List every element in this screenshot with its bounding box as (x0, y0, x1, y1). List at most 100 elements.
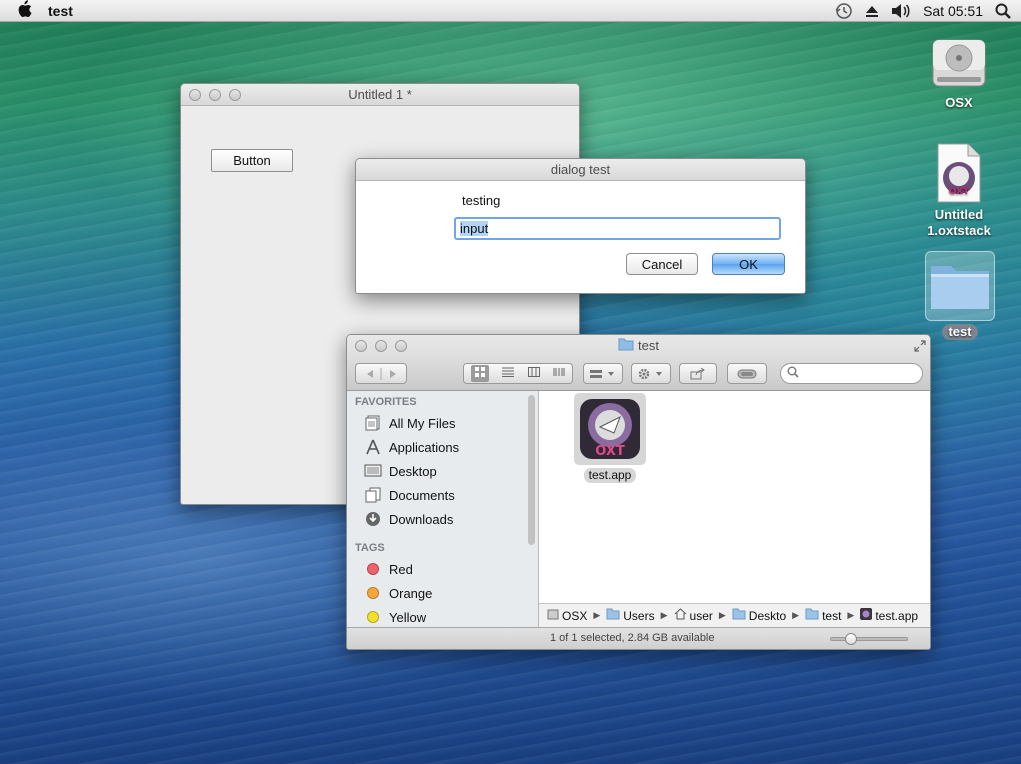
time-machine-icon[interactable] (835, 2, 853, 20)
sidebar-tag-red[interactable]: Red (347, 557, 538, 581)
documents-icon (363, 487, 383, 503)
path-bar: OSX ▶ Users ▶ user ▶ Deskto ▶ test ▶ test.app (539, 603, 930, 627)
sidebar-scrollbar[interactable] (528, 395, 535, 545)
arrange-button[interactable] (583, 363, 623, 384)
folder-selection-highlight (925, 251, 995, 321)
back-forward-buttons[interactable] (355, 363, 407, 384)
path-drive-icon (547, 608, 559, 623)
sidebar-item-all-my-files[interactable]: All My Files (347, 411, 538, 435)
list-view-icon[interactable] (502, 367, 515, 380)
view-mode-buttons[interactable] (463, 363, 573, 384)
dialog-input-value: input (460, 221, 489, 236)
fullscreen-icon[interactable] (914, 337, 926, 359)
minimize-window-icon[interactable] (375, 340, 387, 352)
sidebar-item-label: Applications (389, 439, 460, 455)
finder-toolbar (347, 357, 930, 391)
stack-window-titlebar[interactable]: Untitled 1 * (181, 84, 579, 106)
sidebar-item-label: Red (389, 561, 413, 577)
downloads-icon (363, 511, 383, 527)
path-folder-icon (805, 608, 819, 623)
sidebar-item-downloads[interactable]: Downloads (347, 507, 538, 531)
tags-button[interactable] (727, 363, 767, 384)
path-segment[interactable]: Deskto (749, 609, 786, 623)
app-menu[interactable]: test (48, 3, 73, 19)
path-app-icon (860, 608, 873, 623)
path-users-icon (606, 608, 620, 623)
title-folder-icon (618, 336, 634, 358)
svg-text:OXT: OXT (949, 187, 970, 197)
minimize-window-icon[interactable] (209, 89, 221, 101)
sidebar-item-label: Orange (389, 585, 433, 601)
close-window-icon[interactable] (355, 340, 367, 352)
finder-window: test FAVORITES All My Files Applications… (346, 334, 931, 650)
finder-sidebar: FAVORITES All My Files Applications Desk… (347, 391, 539, 627)
applications-icon (363, 439, 383, 455)
dialog-prompt: testing (462, 193, 501, 208)
zoom-window-icon[interactable] (395, 340, 407, 352)
path-separator-icon: ▶ (847, 610, 855, 620)
finder-titlebar[interactable]: test (347, 335, 930, 357)
sidebar-item-label: All My Files (389, 415, 456, 431)
file-name: test.app (583, 468, 637, 483)
sidebar-item-label: Desktop (389, 463, 437, 479)
share-button[interactable] (679, 363, 717, 384)
path-separator-icon: ▶ (593, 610, 601, 620)
ok-button[interactable]: OK (712, 253, 785, 275)
sidebar-item-label: Downloads (389, 511, 454, 527)
path-segment[interactable]: test.app (875, 609, 918, 623)
sidebar-item-label: Documents (389, 487, 455, 503)
stack-button[interactable]: Button (211, 149, 293, 172)
sidebar-item-desktop[interactable]: Desktop (347, 459, 538, 483)
spotlight-search-icon[interactable] (995, 3, 1011, 19)
action-gear-button[interactable] (631, 363, 671, 384)
path-segment[interactable]: OSX (562, 609, 587, 623)
path-segment[interactable]: test (822, 609, 841, 623)
path-separator-icon: ▶ (718, 610, 726, 620)
dialog-window: dialog test testing input Cancel OK (355, 158, 806, 294)
apple-menu-icon[interactable] (0, 0, 48, 22)
stack-document-icon: OXT (937, 143, 981, 203)
yellow-tag-dot (367, 611, 379, 623)
dialog-titlebar[interactable]: dialog test (356, 159, 805, 181)
cancel-button[interactable]: Cancel (626, 253, 698, 275)
sidebar-tag-yellow[interactable]: Yellow (347, 605, 538, 629)
sidebar-item-applications[interactable]: Applications (347, 435, 538, 459)
cover-flow-icon[interactable] (553, 367, 565, 380)
path-segment[interactable]: Users (623, 609, 654, 623)
desktop-icon-label: test (942, 324, 978, 340)
file-item-test-app[interactable]: OXT test.app (573, 393, 647, 483)
sidebar-item-label: Yellow (389, 609, 427, 625)
icon-size-slider[interactable] (830, 633, 908, 645)
status-text: 1 of 1 selected, 2.84 GB available (550, 632, 715, 644)
desktop-icon-label: OSX (945, 95, 973, 110)
column-view-icon[interactable] (527, 367, 540, 380)
icon-view-icon[interactable] (470, 365, 489, 382)
app-icon: OXT (580, 399, 640, 459)
finder-search-field[interactable] (780, 363, 923, 384)
finder-status-bar: 1 of 1 selected, 2.84 GB available (347, 627, 930, 649)
sidebar-tag-orange[interactable]: Orange (347, 581, 538, 605)
favorites-header: FAVORITES (355, 396, 417, 408)
search-icon (787, 366, 799, 381)
path-separator-icon: ▶ (792, 610, 800, 620)
volume-icon[interactable] (891, 3, 911, 19)
path-segment[interactable]: user (690, 609, 713, 623)
zoom-window-icon[interactable] (229, 89, 241, 101)
dialog-input-field[interactable]: input (454, 217, 781, 240)
sidebar-item-documents[interactable]: Documents (347, 483, 538, 507)
file-icon-highlight: OXT (574, 393, 646, 465)
desktop-icon (363, 464, 383, 478)
desktop-icon-oxtstack-file[interactable]: OXT Untitled 1.oxtstack (915, 142, 1003, 239)
path-separator-icon: ▶ (660, 610, 668, 620)
menu-bar: test Sat 05:51 (0, 0, 1021, 22)
close-window-icon[interactable] (189, 89, 201, 101)
finder-title: test (638, 338, 659, 353)
desktop-icon-osx-drive[interactable]: OSX (915, 30, 1003, 111)
menu-clock[interactable]: Sat 05:51 (923, 3, 983, 19)
folder-icon (931, 266, 989, 309)
eject-icon[interactable] (865, 4, 879, 18)
dialog-title: dialog test (550, 162, 611, 177)
desktop-icon-test-folder[interactable]: test (925, 251, 995, 340)
slider-knob[interactable] (845, 633, 857, 645)
orange-tag-dot (367, 587, 379, 599)
